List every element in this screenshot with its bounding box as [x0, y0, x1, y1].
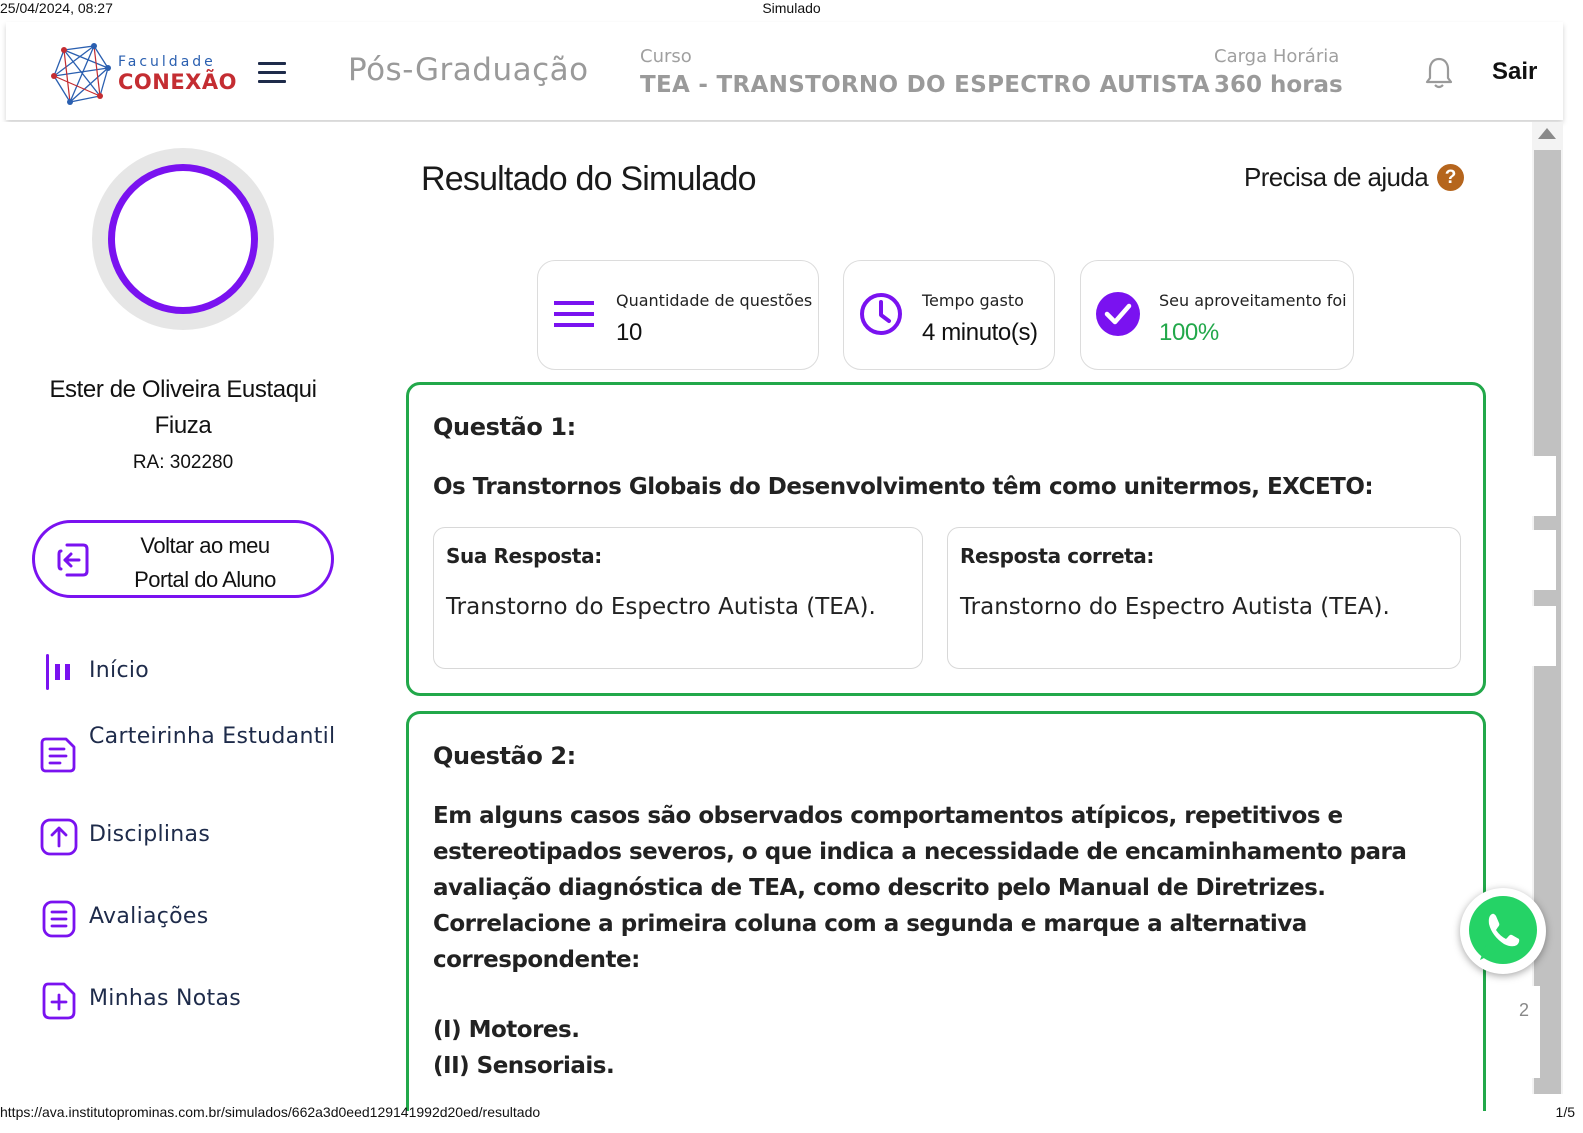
print-url: https://ava.institutoprominas.com.br/sim… [0, 1104, 541, 1120]
your-answer-label: Sua Resposta: [446, 544, 602, 568]
logo-main-text: CONEXÃO [118, 70, 237, 94]
scroll-up-arrow-icon[interactable] [1538, 128, 1556, 139]
course-name: TEA - TRANSTORNO DO ESPECTRO AUTISTA [640, 72, 1210, 98]
plus-document-icon [42, 982, 76, 1020]
print-page-number: 1/5 [1555, 1104, 1575, 1120]
student-card-icon [40, 737, 76, 773]
bar-chart-icon [46, 654, 70, 690]
stat-label: Tempo gasto [922, 291, 1024, 310]
logo[interactable]: Faculdade CONEXÃO [50, 42, 236, 106]
sidebar-item-label: Início [89, 658, 150, 683]
print-title: Simulado [762, 0, 821, 16]
page-indicator: 2 [1508, 986, 1540, 1078]
correct-answer-text: Transtorno do Espectro Autista (TEA). [960, 594, 1390, 620]
question-item: (I) Motores. [433, 1017, 580, 1043]
upload-arrow-icon [40, 818, 78, 856]
bell-icon[interactable] [1424, 56, 1454, 90]
workload-value: 360 horas [1214, 72, 1343, 98]
student-ra: RA: 302280 [132, 452, 234, 473]
question-text: Os Transtornos Globais do Desenvolviment… [433, 474, 1374, 500]
question-card: Questão 1: Os Transtornos Globais do Des… [406, 382, 1486, 696]
page-title: Resultado do Simulado [421, 160, 757, 198]
logo-top-text: Faculdade [118, 54, 216, 70]
student-name: Ester de Oliveira Eustaqui Fiuza [49, 376, 317, 439]
course-label: Curso [640, 46, 692, 67]
question-card: Questão 2: Em alguns casos são observado… [406, 711, 1486, 1111]
list-icon [554, 301, 594, 327]
side-tab[interactable] [1516, 606, 1556, 666]
stat-score-card: Seu aproveitamento foi 100% [1080, 260, 1354, 370]
stat-time-card: Tempo gasto 4 minuto(s) [843, 260, 1055, 370]
question-mark-icon[interactable]: ? [1437, 164, 1464, 191]
sidebar-item-label: Avaliações [89, 904, 209, 929]
hamburger-menu-icon[interactable] [258, 62, 286, 84]
clock-icon [860, 293, 902, 335]
check-circle-icon [1096, 292, 1140, 336]
program-type: Pós-Graduação [348, 52, 589, 88]
help-link[interactable]: Precisa de ajuda [1244, 162, 1429, 193]
sidebar-item-label: Disciplinas [89, 822, 211, 847]
sidebar-item-label: Carteirinha Estudantil [89, 724, 336, 749]
whatsapp-button[interactable] [1460, 888, 1546, 974]
stat-value: 10 [616, 319, 642, 346]
list-document-icon [42, 900, 76, 938]
back-to-portal-button[interactable]: Voltar ao meu Portal do Aluno [32, 520, 334, 598]
sidebar-item-minhas-notas[interactable]: Minhas Notas [40, 980, 340, 1020]
logo-network-icon [51, 43, 111, 105]
stat-label: Seu aproveitamento foi [1159, 291, 1347, 310]
whatsapp-icon [1469, 896, 1537, 964]
sidebar-item-disciplinas[interactable]: Disciplinas [40, 816, 340, 856]
logout-link[interactable]: Sair [1492, 58, 1537, 86]
your-answer-box: Sua Resposta: Transtorno do Espectro Aut… [433, 527, 923, 669]
question-title: Questão 1: [433, 413, 576, 441]
question-title: Questão 2: [433, 742, 576, 770]
sidebar-item-avaliacoes[interactable]: Avaliações [40, 898, 340, 938]
correct-answer-label: Resposta correta: [960, 544, 1154, 568]
sidebar-item-label: Minhas Notas [89, 986, 242, 1011]
exit-arrow-icon [57, 543, 89, 577]
stat-value-score: 100% [1159, 319, 1219, 346]
stat-label: Quantidade de questões [616, 291, 813, 310]
correct-answer-box: Resposta correta: Transtorno do Espectro… [947, 527, 1461, 669]
avatar-ring [108, 164, 258, 314]
workload-label: Carga Horária [1214, 46, 1340, 67]
side-tab[interactable] [1516, 456, 1556, 516]
stat-value: 4 minuto(s) [922, 319, 1038, 346]
top-bar: Faculdade CONEXÃO Pós-Graduação Curso TE… [6, 22, 1563, 120]
your-answer-text: Transtorno do Espectro Autista (TEA). [446, 594, 876, 620]
side-tab[interactable] [1516, 530, 1556, 590]
question-text: Em alguns casos são observados comportam… [433, 803, 1407, 973]
sidebar-item-carteirinha[interactable]: Carteirinha Estudantil [40, 720, 340, 792]
sidebar-item-inicio[interactable]: Início [40, 652, 340, 692]
back-to-portal-label: Voltar ao meu Portal do Aluno [134, 533, 276, 592]
stat-questions-card: Quantidade de questões 10 [537, 260, 819, 370]
question-item: (II) Sensoriais. [433, 1053, 615, 1079]
